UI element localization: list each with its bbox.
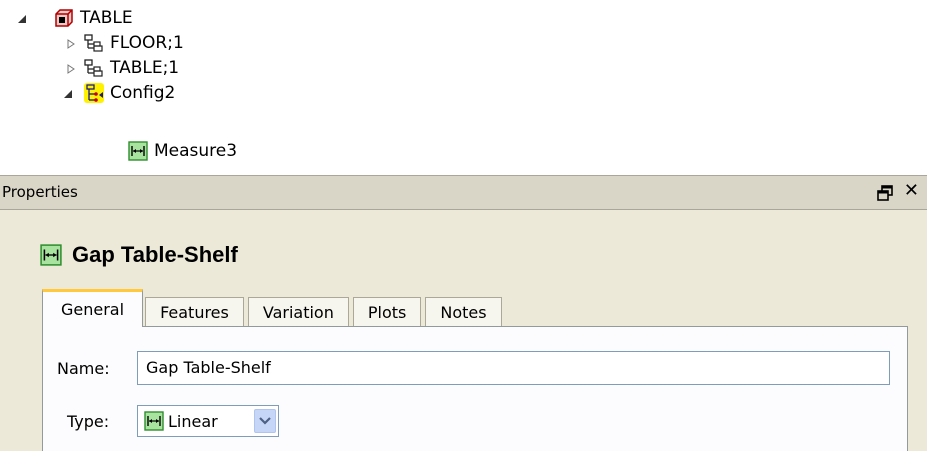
- config-icon: [84, 83, 104, 103]
- tree-node-table[interactable]: TABLE: [54, 6, 133, 30]
- tree-node-label: TABLE;1: [110, 58, 180, 78]
- tree-node-label: Measure3: [154, 141, 238, 161]
- tree-node-floor[interactable]: FLOOR;1: [84, 31, 184, 55]
- part-hierarchy-icon: [84, 58, 104, 78]
- measure-icon: [144, 411, 164, 431]
- part-hierarchy-icon: [84, 33, 104, 53]
- tree-node-table-1[interactable]: TABLE;1: [84, 56, 179, 80]
- close-icon[interactable]: ✕: [904, 181, 919, 201]
- panel-title: Properties: [2, 183, 78, 201]
- tree-node-measure3[interactable]: Measure3: [128, 139, 237, 163]
- general-tab-page: Name: Gap Table-Shelf Type: Linear: [42, 326, 908, 451]
- tab-features[interactable]: Features: [145, 297, 244, 327]
- tree-node-label: Config2: [110, 83, 176, 103]
- tab-variation[interactable]: Variation: [247, 297, 349, 327]
- tab-general[interactable]: General: [42, 289, 144, 327]
- model-tree: TABLE FLOOR;1 TABLE;1 Config2 Measure3: [0, 0, 927, 175]
- tree-node-config2[interactable]: Config2: [84, 81, 175, 105]
- tab-strip: General Features Variation Plots Notes: [42, 287, 506, 327]
- tree-node-label: FLOOR;1: [110, 33, 184, 53]
- collapse-arrow-icon[interactable]: [61, 87, 75, 101]
- type-label: Type:: [67, 412, 110, 431]
- properties-heading: Gap Table-Shelf: [40, 242, 238, 268]
- properties-titlebar: Properties ✕: [0, 175, 927, 210]
- tree-node-label: TABLE: [80, 8, 133, 28]
- tab-notes[interactable]: Notes: [425, 297, 502, 327]
- measure-icon: [40, 244, 62, 266]
- tab-plots[interactable]: Plots: [352, 297, 422, 327]
- name-field[interactable]: Gap Table-Shelf: [137, 351, 890, 385]
- type-value: Linear: [168, 411, 218, 431]
- properties-panel: Properties ✕ Gap Table-Shelf General Fea…: [0, 175, 927, 451]
- expand-arrow-icon[interactable]: [64, 37, 78, 51]
- type-select[interactable]: Linear: [137, 405, 279, 437]
- expand-arrow-icon[interactable]: [64, 62, 78, 76]
- name-label: Name:: [57, 359, 110, 378]
- measure-heading: Gap Table-Shelf: [72, 242, 238, 267]
- collapse-arrow-icon[interactable]: [15, 12, 29, 26]
- assembly-icon: [54, 8, 74, 28]
- chevron-down-icon[interactable]: [254, 409, 276, 433]
- float-window-icon[interactable]: [877, 185, 893, 201]
- measure-icon: [128, 141, 148, 161]
